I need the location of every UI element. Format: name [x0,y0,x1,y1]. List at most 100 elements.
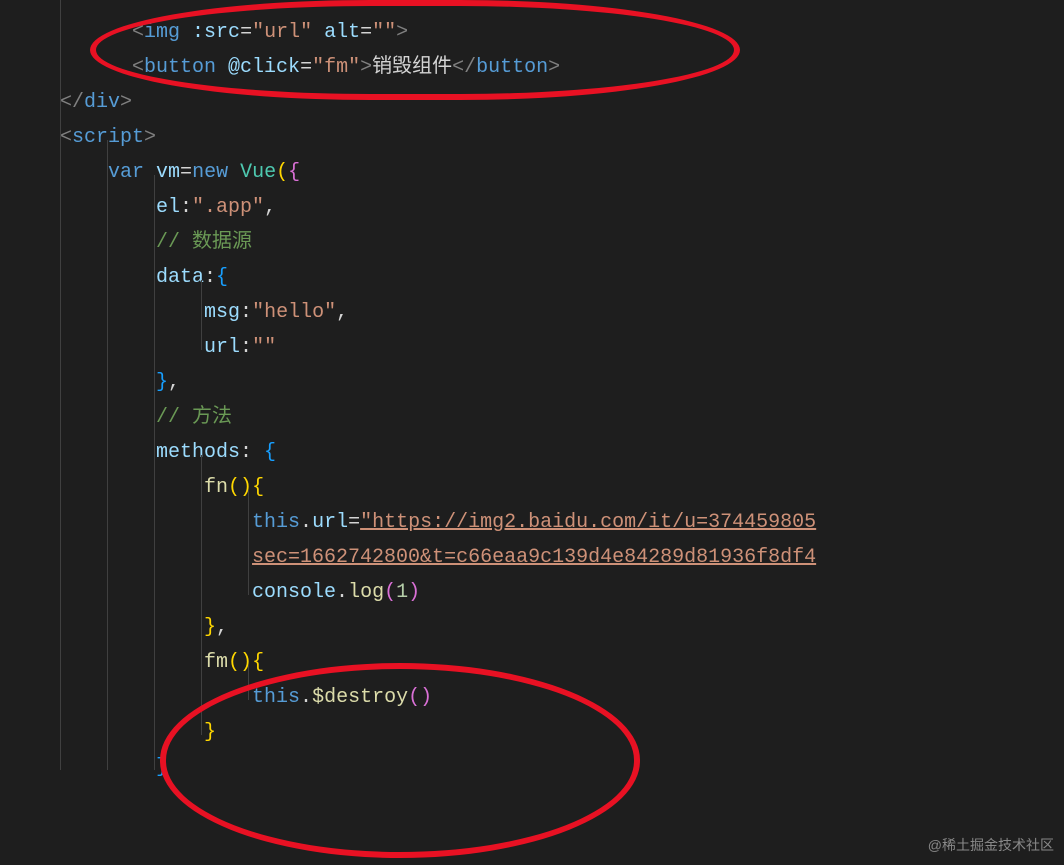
colon: : [180,196,192,219]
colon: : [240,336,252,359]
tag-name: button [144,56,216,79]
tag-bracket: < [132,56,144,79]
tag-bracket: < [60,126,72,149]
tag-name: div [84,91,120,114]
string: "" [252,336,276,359]
code-line[interactable]: data:{ [60,260,1064,295]
property: url [204,336,240,359]
colon: : [240,441,264,464]
this-keyword: this [252,686,300,709]
paren: () [228,651,252,674]
code-line[interactable]: this.url="https://img2.baidu.com/it/u=37… [60,505,1064,540]
code-line[interactable]: msg:"hello", [60,295,1064,330]
colon: : [240,301,252,324]
brace: } [204,721,216,744]
tag-bracket: > [396,21,408,44]
property: el [156,196,180,219]
paren: () [228,476,252,499]
code-line[interactable]: el:".app", [60,190,1064,225]
brace: { [288,161,300,184]
code-line[interactable]: }, [60,610,1064,645]
dot: . [336,581,348,604]
this-keyword: this [252,511,300,534]
tag-bracket: </ [60,91,84,114]
code-line[interactable]: fn(){ [60,470,1064,505]
equals: = [348,511,360,534]
string-url: "https://img2.baidu.com/it/u=374459805 [360,511,816,534]
brace: } [204,616,216,639]
brace: { [252,651,264,674]
comment: // 方法 [156,406,232,429]
equals: = [300,56,312,79]
dot: . [300,686,312,709]
dot: . [300,511,312,534]
code-editor[interactable]: <img :src="url" alt=""> <button @click="… [0,0,1064,785]
comma: , [168,371,180,394]
code-line[interactable]: <button @click="fm">销毁组件</button> [60,50,1064,85]
code-line[interactable]: } [60,750,1064,785]
brace: } [156,756,168,779]
paren: () [408,686,432,709]
watermark: @稀土掘金技术社区 [928,835,1054,855]
colon: : [204,266,216,289]
code-line[interactable]: url:"" [60,330,1064,365]
attr-name: @click [216,56,300,79]
code-line[interactable]: <img :src="url" alt=""> [60,15,1064,50]
code-line[interactable]: // 方法 [60,400,1064,435]
property: url [312,511,348,534]
equals: = [360,21,372,44]
string-url: sec=1662742800&t=c66eaa9c139d4e84289d819… [252,546,816,569]
code-line[interactable]: // 数据源 [60,225,1064,260]
property: data [156,266,204,289]
attr-value: "url" [252,21,312,44]
function-name: log [348,581,384,604]
equals: = [240,21,252,44]
attr-name: alt [312,21,360,44]
code-line[interactable]: fm(){ [60,645,1064,680]
tag-bracket: > [360,56,372,79]
paren: ( [276,161,288,184]
string: "hello" [252,301,336,324]
comma: , [336,301,348,324]
attr-name: :src [180,21,240,44]
tag-name: script [72,126,144,149]
property: msg [204,301,240,324]
tag-bracket: </ [452,56,476,79]
brace: { [264,441,276,464]
code-line[interactable]: } [60,715,1064,750]
tag-name: button [476,56,548,79]
code-line[interactable]: sec=1662742800&t=c66eaa9c139d4e84289d819… [60,540,1064,575]
brace: { [216,266,228,289]
attr-value: "" [372,21,396,44]
tag-bracket: > [548,56,560,79]
tag-bracket: < [132,21,144,44]
comment: // 数据源 [156,231,252,254]
string: ".app" [192,196,264,219]
number: 1 [396,581,408,604]
brace: } [156,371,168,394]
code-line[interactable]: </div> [60,85,1064,120]
brace: { [252,476,264,499]
text-content: 销毁组件 [372,56,452,79]
function-name: $destroy [312,686,408,709]
property: methods [156,441,240,464]
code-line[interactable]: this.$destroy() [60,680,1064,715]
code-line[interactable]: <script> [60,120,1064,155]
tag-bracket: > [144,126,156,149]
comma: , [264,196,276,219]
paren: ) [408,581,420,604]
paren: ( [384,581,396,604]
keyword: var [108,161,144,184]
equals: = [180,161,192,184]
class-name: Vue [228,161,276,184]
code-line[interactable]: var vm=new Vue({ [60,155,1064,190]
attr-value: "fm" [312,56,360,79]
console: console [252,581,336,604]
keyword: new [192,161,228,184]
comma: , [216,616,228,639]
code-line[interactable]: methods: { [60,435,1064,470]
code-line[interactable]: }, [60,365,1064,400]
variable: vm [144,161,180,184]
tag-name: img [144,21,180,44]
code-line[interactable]: console.log(1) [60,575,1064,610]
